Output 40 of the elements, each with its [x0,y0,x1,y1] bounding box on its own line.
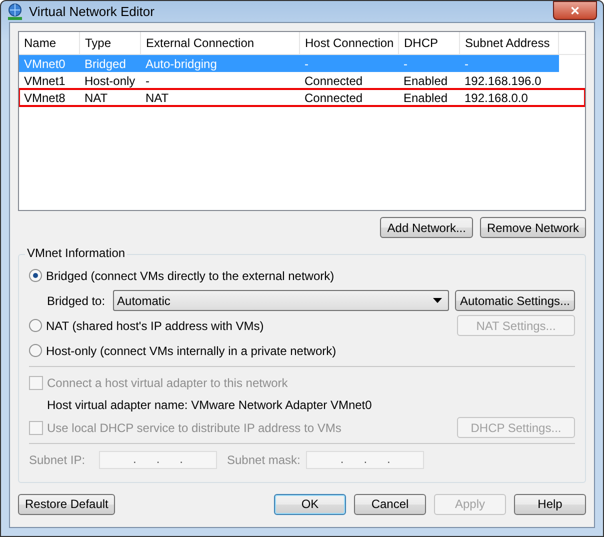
table-cell: Auto-bridging [140,54,300,72]
field-label: Subnet IP: [29,452,86,466]
field-label: Subnet mask: [227,452,300,466]
table-cell: - [140,72,300,89]
table-cell: Bridged [80,54,140,72]
dropdown-arrow-icon [432,298,442,303]
table-cell: - [398,54,460,72]
radio-icon[interactable] [29,344,42,357]
network-row[interactable]: VMnet8 NAT NAT Connected Enabled 192.168.0.0 [19,89,585,106]
table-cell: - [460,54,558,72]
dialog-button[interactable]: OK [274,494,346,514]
group-title: VMnet Information [25,246,128,260]
bridged-to-label: Bridged to: [47,294,106,308]
table-cell: VMnet1 [19,72,80,89]
table-cell: VMnet8 [19,89,80,106]
table-cell: VMnet0 [19,54,80,72]
table-cell: Connected [300,72,398,89]
automatic-settings-button[interactable]: Automatic Settings... [454,290,575,311]
table-cell: 192.168.0.0 [460,89,558,106]
globe-network-icon [7,2,23,20]
list-button[interactable]: Add Network... [380,217,473,238]
dialog-button[interactable]: Cancel [354,494,426,514]
table-cell: NAT [140,89,300,106]
table-cell: Host-only [80,72,140,89]
radio-icon[interactable] [29,269,42,282]
dialog-button[interactable]: Help [514,494,586,514]
adapter-name-text: Host virtual adapter name: VMware Network Adapter VMnet0 [47,398,372,412]
radio-option[interactable]: Host-only (connect VMs internally in a private network) [29,344,336,358]
network-row[interactable]: VMnet1 Host-only - Connected Enabled 192.168.196.0 [19,72,585,89]
table-cell: Enabled [398,72,460,89]
table-cell: 192.168.196.0 [460,72,558,89]
list-button[interactable]: Remove Network [480,217,586,238]
radio-option[interactable]: Bridged (connect VMs directly to the external network) [29,268,334,282]
table-cell: Connected [300,89,398,106]
restore-default-button[interactable]: Restore Default [18,494,116,514]
bridged-to-dropdown[interactable]: Automatic [113,290,449,311]
table-cell: - [300,54,398,72]
table-cell: NAT [80,89,140,106]
window-title: Virtual Network Editor [29,4,154,19]
table-cell: Enabled [398,89,460,106]
